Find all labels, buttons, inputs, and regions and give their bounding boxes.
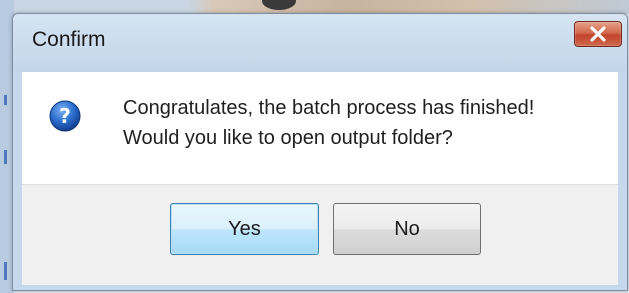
close-icon — [590, 26, 606, 42]
yes-button[interactable]: Yes — [170, 203, 319, 255]
question-icon: ? — [49, 100, 81, 132]
title-bar[interactable]: Confirm — [13, 14, 627, 72]
desktop-edge-mark — [4, 262, 7, 280]
confirm-dialog: Confirm ? Congratulates, the batch proce… — [12, 13, 628, 291]
message-line-2: Would you like to open output folder? — [123, 127, 453, 149]
svg-text:?: ? — [59, 104, 71, 128]
desktop-edge-mark — [4, 150, 7, 164]
button-area — [22, 184, 618, 285]
dialog-title: Confirm — [32, 28, 106, 51]
no-button[interactable]: No — [333, 203, 481, 255]
desktop-background — [0, 0, 629, 14]
close-button[interactable] — [574, 21, 622, 47]
desktop-edge-mark — [4, 95, 7, 105]
message-line-1: Congratulates, the batch process has fin… — [123, 97, 535, 119]
